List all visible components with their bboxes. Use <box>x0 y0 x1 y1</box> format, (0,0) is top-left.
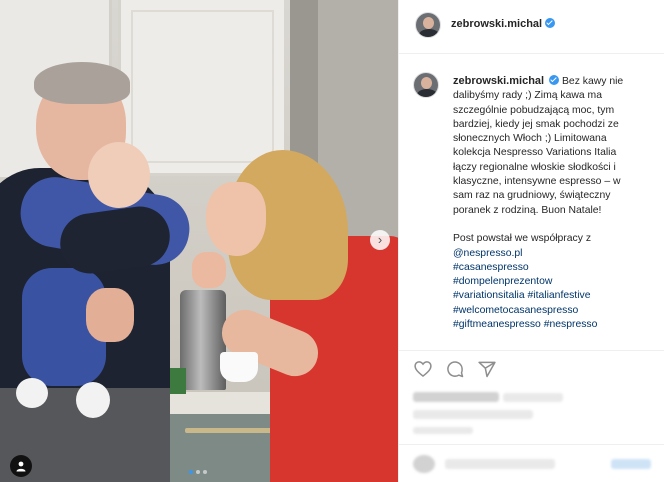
user-tag-icon[interactable] <box>10 455 32 477</box>
hashtag-line: #casanespresso <box>453 261 659 275</box>
caption-username[interactable]: zebrowski.michal <box>453 75 544 87</box>
caption-line: sam raz na grudniowy, świąteczny <box>453 190 611 202</box>
kitchen-cabinet <box>118 0 284 176</box>
header-username[interactable]: zebrowski.michal <box>451 18 556 30</box>
hashtag-link[interactable]: #dompelenprezentow <box>453 276 552 287</box>
likes-count[interactable] <box>413 392 499 402</box>
woman-hand <box>192 252 226 288</box>
man-hand <box>86 288 134 342</box>
carousel-dot[interactable] <box>196 470 200 474</box>
mention-link[interactable]: @nespresso.pl <box>453 248 522 259</box>
hashtag-link[interactable]: #giftmeanespresso <box>453 319 541 330</box>
caption-line: bardziej, kiedy jej smak pochodzi ze <box>453 118 619 130</box>
hashtag-line: #variationsitalia #italianfestive <box>453 289 659 303</box>
caption-line: Bez kawy nie <box>561 76 624 87</box>
post-header: zebrowski.michal <box>399 0 664 54</box>
caption-section: zebrowski.michal Bez kawy nie dalibyśmy … <box>399 54 664 348</box>
caption-line: poranek z rodziną. Buon Natale! <box>453 204 602 216</box>
hashtag-link[interactable]: #casanespresso <box>453 262 529 273</box>
caption-line: słonecznych Włoch ;) Limitowana <box>453 133 607 145</box>
collab-line: Post powstał we współpracy z <box>453 233 592 245</box>
coffee-machine <box>180 290 226 390</box>
emoji-icon[interactable] <box>413 455 435 473</box>
carousel-dot[interactable] <box>203 470 207 474</box>
comment-input[interactable] <box>445 459 555 469</box>
hashtag-link[interactable]: #italianfestive <box>528 290 591 301</box>
mention-line: @nespresso.pl <box>453 247 659 261</box>
caption: zebrowski.michal Bez kawy nie dalibyśmy … <box>453 74 659 332</box>
likes-count <box>503 393 563 402</box>
chevron-right-icon[interactable]: › <box>370 230 390 250</box>
hashtag-line: #giftmeanespresso #nespresso <box>453 318 659 332</box>
heart-icon[interactable] <box>413 359 433 379</box>
caption-line: łączy regionalne włoskie słodkości i <box>453 161 616 173</box>
carousel-dots <box>189 470 207 474</box>
likes-count <box>413 410 533 419</box>
caption-first-line: zebrowski.michal Bez kawy nie <box>453 74 659 89</box>
avatar[interactable] <box>415 12 441 38</box>
post-side-panel: zebrowski.michal zebrowski.michal Bez ka… <box>398 0 664 482</box>
man-hair <box>34 62 130 104</box>
drawer-handle <box>185 428 275 433</box>
comment-bar <box>399 444 664 482</box>
post-comment-button[interactable] <box>611 459 651 469</box>
action-bar <box>399 350 664 386</box>
caption-line: dalibyśmy rady ;) Zimą kawa ma <box>453 90 602 102</box>
comment-icon[interactable] <box>445 359 465 379</box>
verified-badge-icon <box>549 75 560 85</box>
hashtag-link[interactable]: #nespresso <box>544 319 598 330</box>
hashtag-link[interactable]: #welcometocasanespresso <box>453 305 578 316</box>
baby-sock <box>76 382 110 418</box>
user-tag-glyph <box>16 461 26 472</box>
carousel-dot[interactable] <box>189 470 193 474</box>
caption-line: szczególnie pobudzającą moc, tym <box>453 104 615 116</box>
post-image[interactable]: › <box>0 0 398 482</box>
caption-line: klasyczne, intensywne espresso – w <box>453 176 621 188</box>
hashtag-line: #welcometocasanespresso <box>453 304 659 318</box>
baby-sock <box>16 378 48 408</box>
post-timestamp <box>413 427 473 434</box>
caption-line: kolekcja Nespresso Variations Italia <box>453 147 617 159</box>
woman-face <box>206 182 266 256</box>
username-text[interactable]: zebrowski.michal <box>451 18 542 30</box>
verified-badge-icon <box>545 18 556 28</box>
hashtag-link[interactable]: #variationsitalia <box>453 290 525 301</box>
coffee-cup <box>220 352 258 382</box>
share-icon[interactable] <box>477 359 497 379</box>
avatar[interactable] <box>413 72 439 98</box>
hashtag-line: #dompelenprezentow <box>453 275 659 289</box>
baby-head <box>88 142 150 208</box>
